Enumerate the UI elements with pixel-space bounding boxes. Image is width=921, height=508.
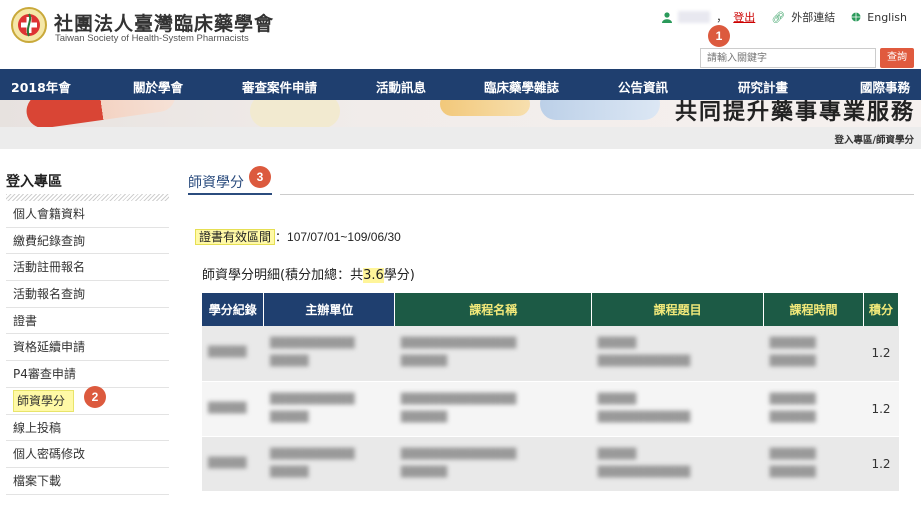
- sidebar-item-payment-history[interactable]: 繳費紀錄查詢: [6, 228, 169, 255]
- col-header-course-time: 課程時間: [763, 293, 864, 326]
- table-row: █████ ███████████ █████ ███████████████ ██…: [202, 326, 899, 382]
- english-link[interactable]: English: [867, 11, 907, 24]
- validity-label: 證書有效區間: [195, 229, 276, 245]
- top-utility-bar: ， 登出 🔗︎ 外部連結 English: [662, 9, 907, 25]
- col-header-course-topic: 課程題目: [591, 293, 765, 326]
- globe-icon: [851, 12, 861, 22]
- sidebar-title: 登入專區: [6, 174, 62, 190]
- banner-pill-tablet: [250, 100, 340, 127]
- title-rule: [280, 194, 914, 195]
- search-button[interactable]: 查詢: [880, 48, 914, 68]
- breadcrumb[interactable]: 登入專區/師資學分: [835, 132, 914, 146]
- cell-time: ██████ ██████: [763, 381, 864, 437]
- banner-pill-capsule: [24, 100, 178, 127]
- sidebar-item-downloads[interactable]: 檔案下載: [6, 468, 169, 495]
- nav-item-research[interactable]: 研究計畫: [738, 77, 788, 96]
- nav-item-annual-meeting[interactable]: 2018年會: [11, 77, 71, 96]
- separator: ，: [716, 11, 728, 24]
- nav-item-journal[interactable]: 臨床藥學雜誌: [484, 77, 559, 96]
- nav-item-review-application[interactable]: 審查案件申請: [242, 77, 317, 96]
- cell-course: ███████████████ ██████: [394, 326, 592, 382]
- cell-topic: █████ ████████████: [591, 381, 764, 437]
- search-input[interactable]: [700, 48, 876, 68]
- sidebar-item-renewal[interactable]: 資格延續申請: [6, 334, 169, 362]
- page-title: 師資學分: [188, 175, 244, 191]
- sidebar-item-online-submission[interactable]: 線上投稿: [6, 415, 169, 442]
- nav-item-international[interactable]: 國際事務: [860, 77, 910, 96]
- site-subtitle: Taiwan Society of Health-System Pharmaci…: [55, 33, 249, 44]
- cell-record: █████: [202, 436, 264, 492]
- cell-organizer: ███████████ █████: [263, 326, 395, 382]
- summary-total: 3.6: [363, 268, 384, 283]
- external-links-link[interactable]: 外部連結: [791, 9, 835, 25]
- breadcrumb-bar: 登入專區/師資學分: [0, 127, 921, 149]
- col-header-credit: 積分: [863, 293, 900, 326]
- annotation-badge-1: 1: [708, 25, 730, 47]
- title-underline: [188, 193, 272, 195]
- sidebar-item-registration-query[interactable]: 活動報名查詢: [6, 281, 169, 308]
- cell-record: █████: [202, 326, 264, 382]
- nav-item-about[interactable]: 關於學會: [133, 77, 183, 96]
- annotation-badge-3: 3: [249, 166, 271, 188]
- table-row: █████ ███████████ █████ ███████████████ ██…: [202, 436, 899, 492]
- user-icon: [662, 11, 673, 23]
- sidebar-item-membership[interactable]: 個人會籍資料: [6, 201, 169, 228]
- banner-slogan: 共同提升藥事專業服務: [674, 100, 915, 125]
- cell-topic: █████ ████████████: [591, 436, 764, 492]
- table-row: █████ ███████████ █████ ███████████████ ██…: [202, 381, 899, 437]
- certificate-validity: 證書有效區間 ：107/07/01~109/06/30: [195, 228, 401, 245]
- nav-item-events[interactable]: 活動訊息: [376, 77, 426, 96]
- sidebar-menu: 個人會籍資料 繳費紀錄查詢 活動註冊報名 活動報名查詢 證書 資格延續申請 P4…: [6, 201, 169, 495]
- col-header-record: 學分紀錄: [202, 293, 265, 326]
- nav-item-announcements[interactable]: 公告資訊: [618, 77, 668, 96]
- cell-credit: 1.2: [863, 436, 899, 492]
- link-icon: 🔗︎: [771, 10, 786, 24]
- cell-time: ██████ ██████: [763, 436, 864, 492]
- cell-credit: 1.2: [863, 381, 899, 437]
- logout-link[interactable]: 登出: [733, 9, 755, 25]
- sidebar-item-p4-review[interactable]: P4審查申請: [6, 361, 169, 388]
- banner-pill-yellow: [440, 100, 530, 116]
- main-nav: 2018年會 關於學會 審查案件申請 活動訊息 臨床藥學雜誌 公告資訊 研究計畫…: [0, 69, 921, 100]
- credit-summary: 師資學分明細(積分加總：共3.6學分): [202, 264, 415, 283]
- cell-course: ███████████████ ██████: [394, 381, 592, 437]
- site-title[interactable]: 社團法人臺灣臨床藥學會: [54, 9, 274, 36]
- summary-suffix: 學分): [383, 268, 415, 283]
- sidebar-item-event-registration[interactable]: 活動註冊報名: [6, 254, 169, 282]
- validity-value: ：107/07/01~109/06/30: [275, 230, 401, 244]
- username: [678, 11, 711, 23]
- banner-pill-blue: [540, 100, 660, 120]
- col-header-course-name: 課程名稱: [394, 293, 593, 326]
- sidebar-item-certificate[interactable]: 證書: [6, 308, 169, 335]
- cell-organizer: ███████████ █████: [263, 436, 395, 492]
- sidebar-divider: [6, 194, 169, 201]
- banner-image: 共同提升藥事專業服務: [0, 100, 921, 127]
- cell-record: █████: [202, 381, 264, 437]
- credits-table: 學分紀錄 主辦單位 課程名稱 課程題目 課程時間 積分 █████ ██████…: [202, 293, 900, 492]
- cell-topic: █████ ████████████: [591, 326, 764, 382]
- society-logo[interactable]: [10, 6, 48, 44]
- cell-course: ███████████████ ██████: [394, 436, 592, 492]
- col-header-organizer: 主辦單位: [263, 293, 396, 326]
- cell-credit: 1.2: [863, 326, 899, 382]
- sidebar-item-password[interactable]: 個人密碼修改: [6, 441, 169, 468]
- cell-organizer: ███████████ █████: [263, 381, 395, 437]
- cell-time: ██████ ██████: [763, 326, 864, 382]
- annotation-badge-2: 2: [84, 386, 106, 408]
- summary-prefix: 師資學分明細(積分加總：共: [202, 268, 364, 283]
